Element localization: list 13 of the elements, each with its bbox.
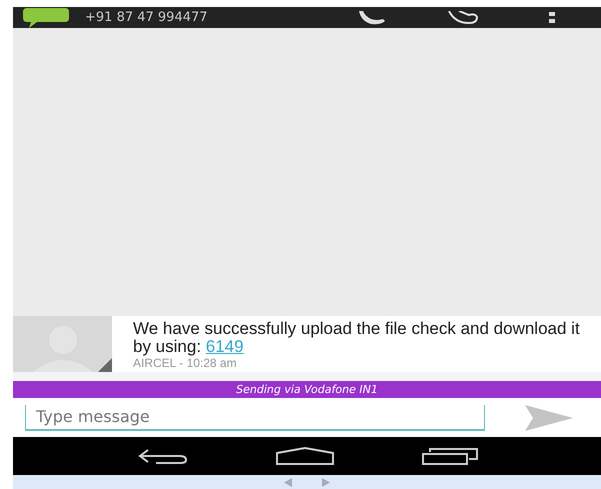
back-icon[interactable]: [136, 448, 188, 464]
chat-bubble-icon[interactable]: [23, 8, 69, 28]
message-field[interactable]: Type message: [25, 404, 485, 430]
sending-banner: Sending via Vodafone IN1: [13, 381, 601, 398]
message-meta: AIRCEL - 10:28 am: [133, 356, 238, 370]
phone-icon[interactable]: [357, 10, 387, 24]
menu-icon[interactable]: [549, 12, 555, 24]
phone-number: +91 87 47 994477: [85, 9, 209, 27]
home-icon[interactable]: [274, 447, 335, 465]
paperclip-icon[interactable]: [447, 10, 479, 24]
message-text: We have successfully upload the file check and download it by using: 6149: [133, 320, 581, 356]
code-link[interactable]: 6149: [206, 337, 244, 356]
recents-icon[interactable]: [422, 447, 478, 465]
